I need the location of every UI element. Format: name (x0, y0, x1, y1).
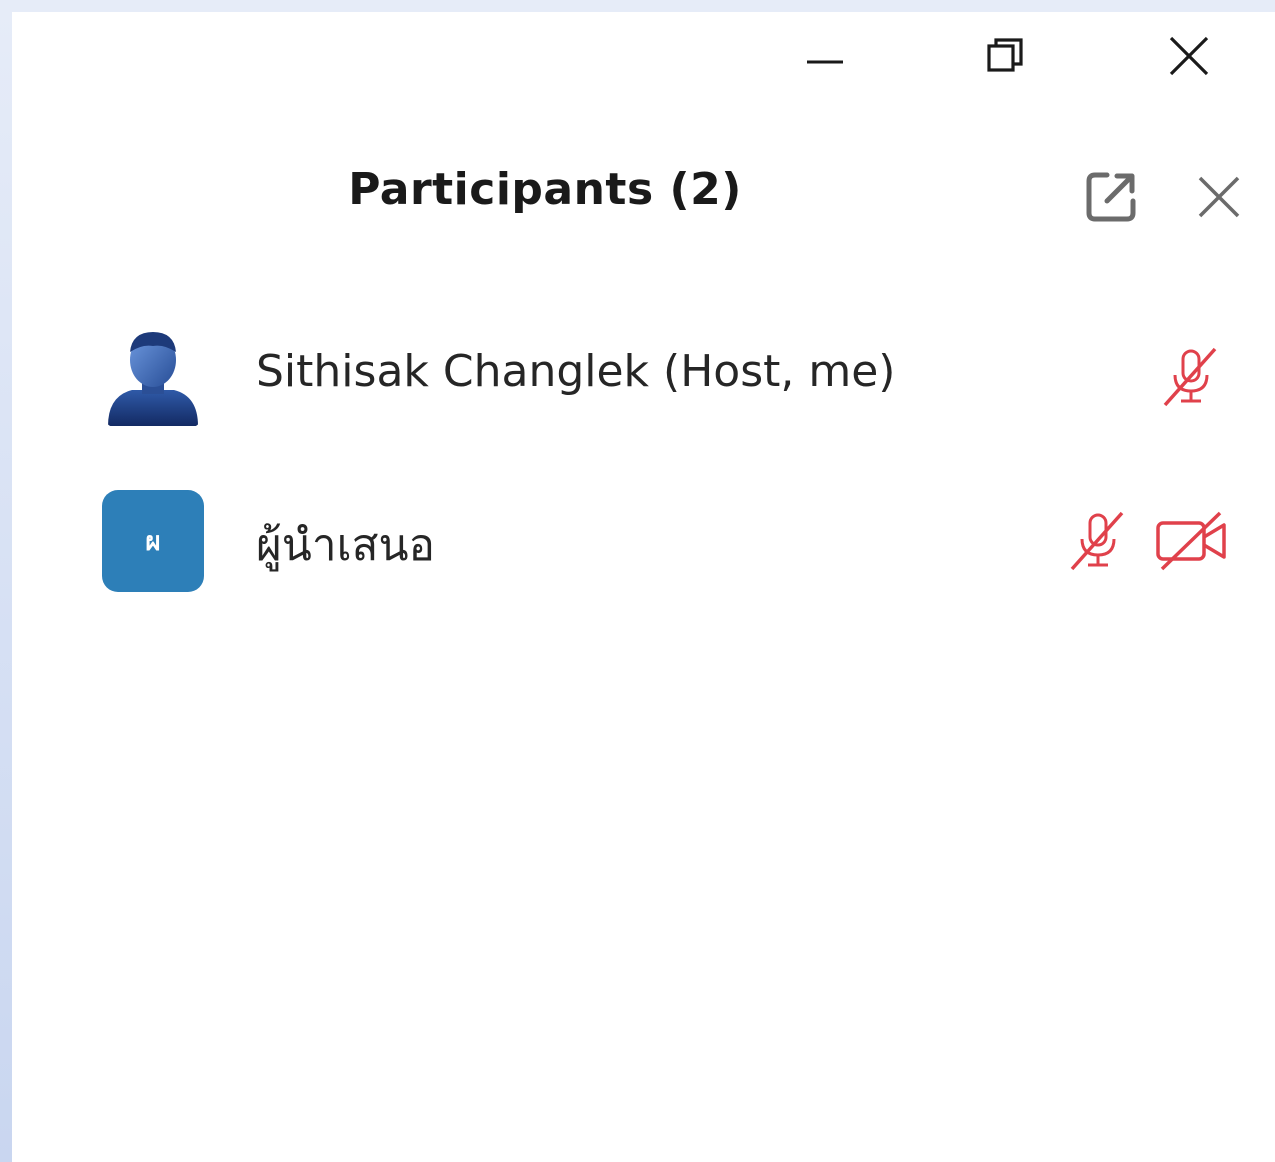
restore-icon (987, 38, 1023, 72)
mic-muted-icon (1163, 347, 1217, 407)
popout-button[interactable] (1080, 166, 1142, 228)
mic-status[interactable] (1060, 506, 1136, 576)
participants-window: Participants (2) Sithisak Changlek (Host… (12, 12, 1275, 1162)
avatar (102, 326, 204, 428)
user-photo-icon (108, 332, 198, 426)
participant-name: Sithisak Changlek (Host, me) (256, 346, 896, 397)
title-bar (12, 12, 1275, 102)
popout-icon (1086, 172, 1136, 222)
panel-title: Participants (2) (348, 164, 742, 215)
minimize-icon (807, 60, 843, 64)
close-panel-button[interactable] (1188, 166, 1250, 228)
restore-button[interactable] (970, 26, 1040, 86)
minimize-button[interactable] (790, 26, 860, 86)
avatar: ผ (102, 490, 204, 592)
mic-muted-icon (1070, 511, 1124, 571)
participant-row[interactable]: ผ ผู้นำเสนอ (12, 476, 1275, 596)
mic-status[interactable] (1153, 342, 1229, 412)
participant-row[interactable]: Sithisak Changlek (Host, me) (12, 312, 1275, 432)
close-icon (1169, 36, 1209, 76)
video-off-icon (1156, 511, 1226, 571)
panel-header: Participants (2) (12, 152, 1275, 232)
window-close-button[interactable] (1154, 26, 1224, 86)
participant-name: ผู้นำเสนอ (256, 520, 435, 571)
close-icon (1198, 176, 1240, 218)
video-status[interactable] (1154, 506, 1230, 576)
